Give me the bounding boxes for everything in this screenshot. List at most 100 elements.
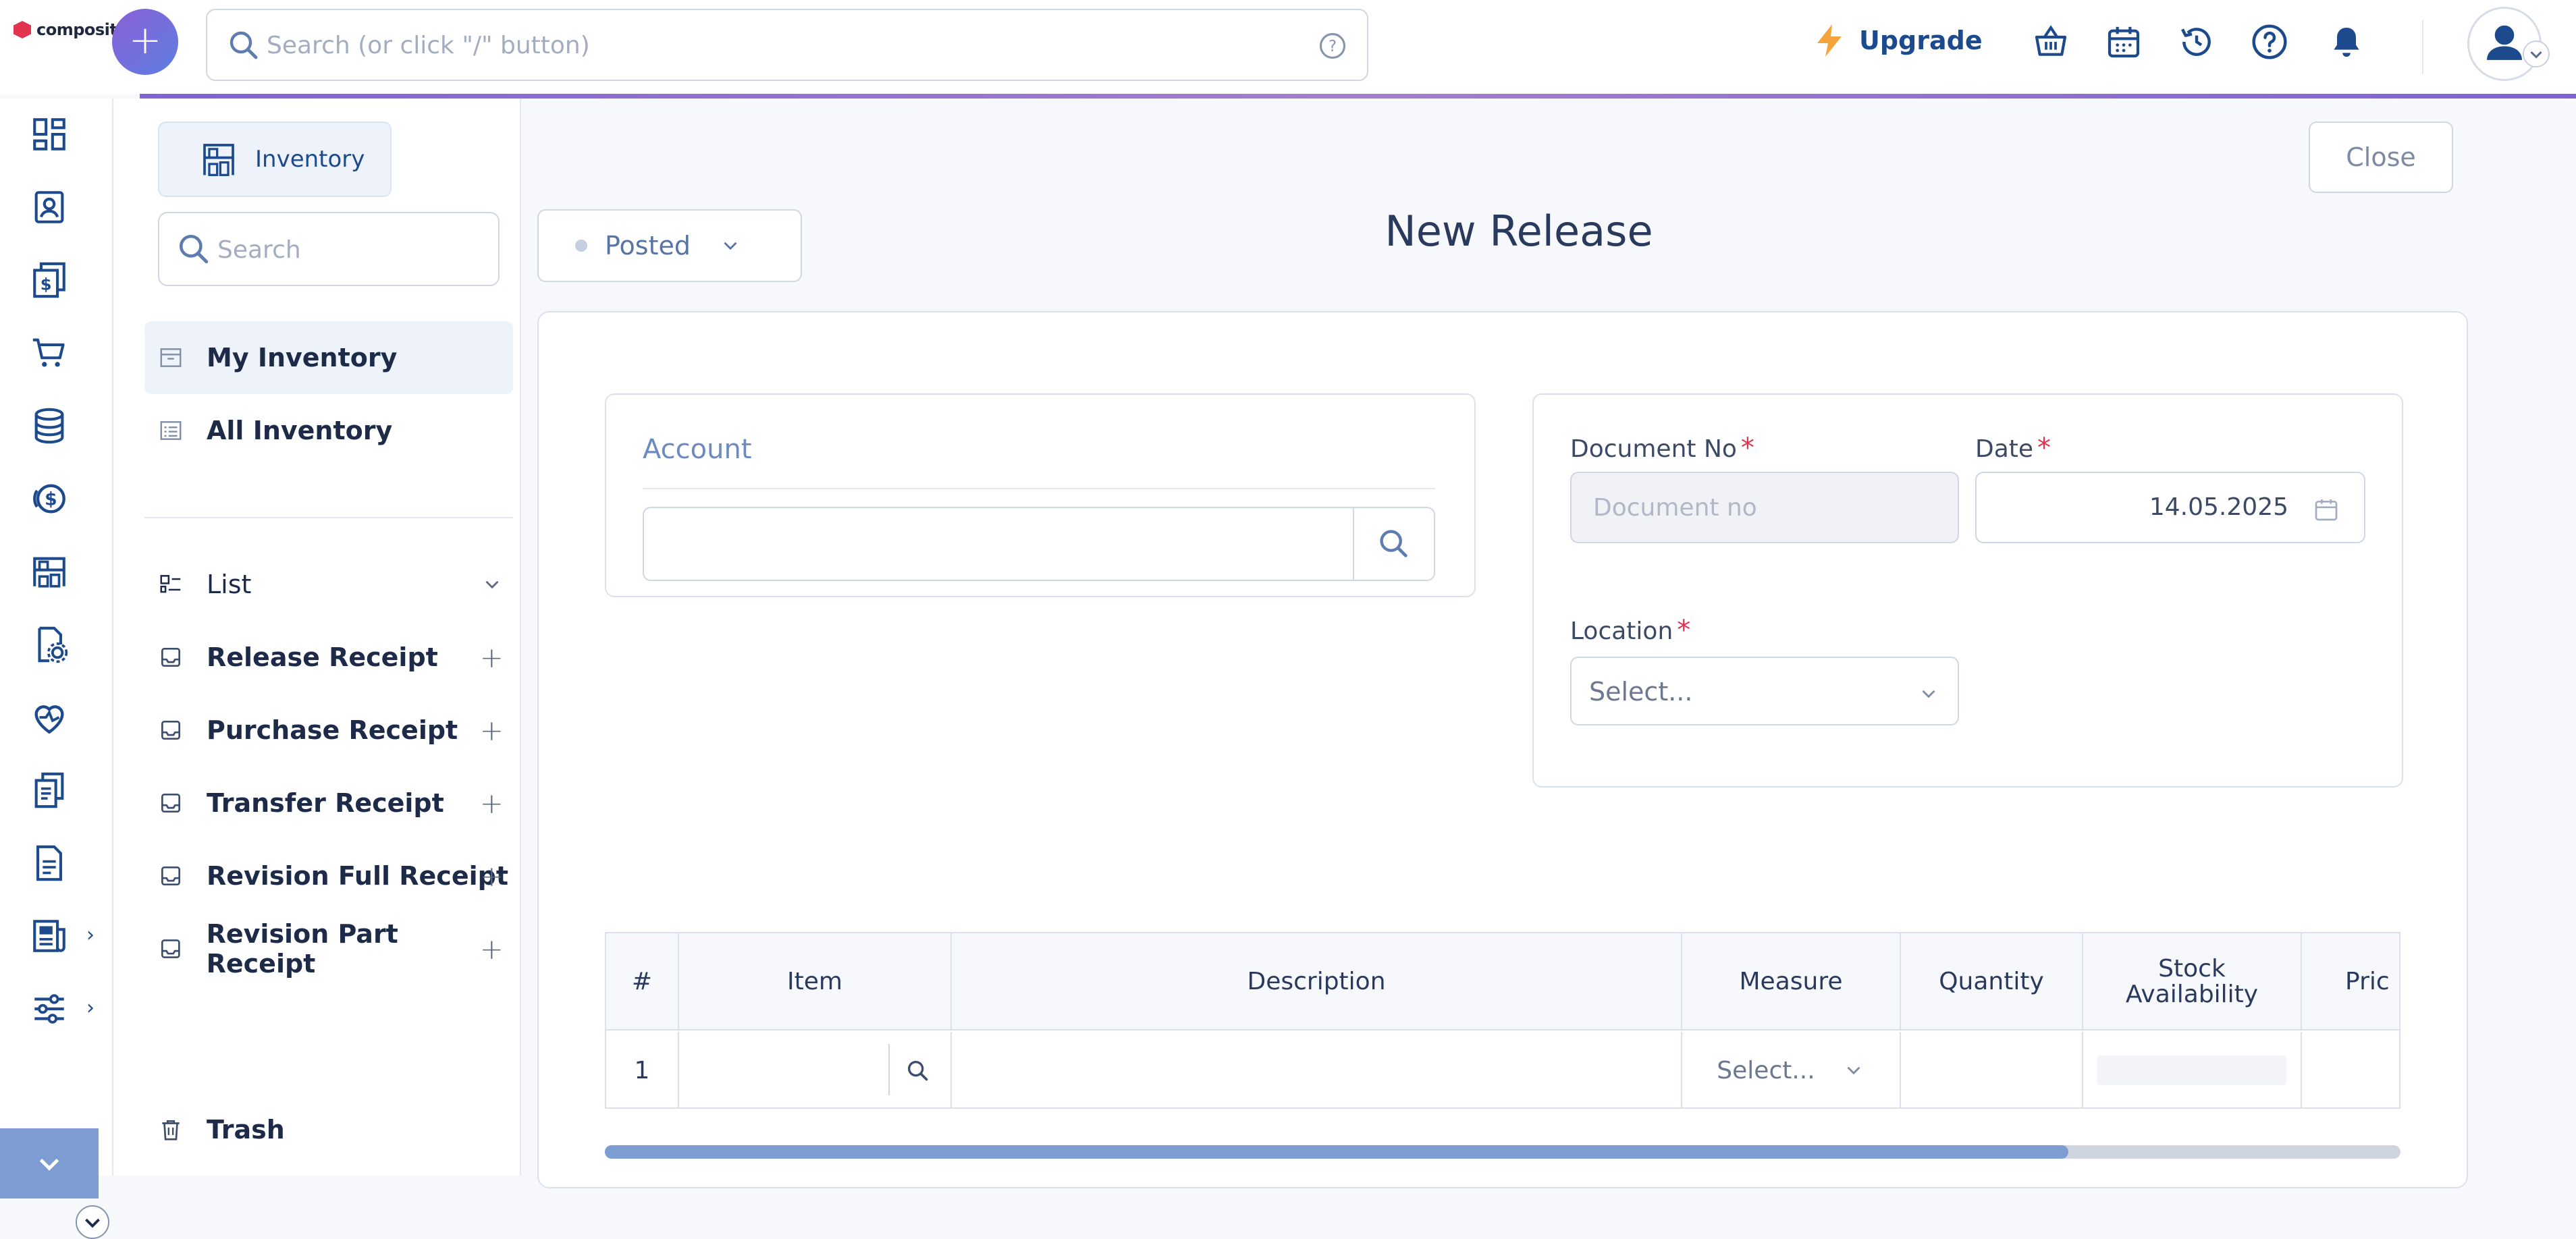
inventory-icon[interactable]	[30, 552, 69, 591]
quantity-input[interactable]	[1914, 1057, 2069, 1084]
history-icon[interactable]	[2178, 23, 2216, 61]
account-label: Account	[643, 434, 752, 465]
nav-purchase-receipt[interactable]: Purchase Receipt +	[144, 694, 513, 767]
lightning-icon	[1817, 24, 1842, 57]
nav-revision-part-receipt[interactable]: Revision Part Receipt +	[144, 912, 513, 985]
rail-scroll-down-button[interactable]	[0, 1128, 99, 1199]
item-search-icon[interactable]	[905, 1057, 932, 1084]
column-header-price: Pric	[2302, 933, 2399, 1030]
document-no-field[interactable]	[1570, 472, 1959, 543]
add-transfer-receipt-icon[interactable]: +	[480, 787, 504, 820]
column-header-stock-availability: Stock Availability	[2083, 933, 2302, 1030]
database-icon[interactable]	[30, 406, 69, 445]
nav-revision-full-receipt[interactable]: Revision Full Receipt +	[144, 839, 513, 912]
user-menu-chevron-icon[interactable]	[2523, 40, 2550, 67]
search-icon	[1380, 530, 1407, 557]
search-help-icon[interactable]: ?	[1318, 32, 1347, 60]
calendar-icon[interactable]	[2313, 496, 2340, 523]
topbar-accent-line	[140, 94, 2576, 99]
column-header-number: #	[606, 933, 679, 1030]
global-search[interactable]: ?	[206, 9, 1368, 81]
module-search-input[interactable]	[217, 229, 474, 270]
table-cell-item[interactable]	[679, 1032, 952, 1107]
invoice-icon[interactable]: $	[30, 260, 69, 300]
add-revision-part-receipt-icon[interactable]: +	[480, 933, 504, 966]
health-icon[interactable]	[30, 698, 69, 737]
nav-label: Revision Part Receipt	[206, 919, 398, 979]
cart-icon[interactable]	[30, 333, 69, 373]
nav-all-inventory[interactable]: All Inventory	[144, 394, 513, 467]
account-search-button[interactable]	[1353, 508, 1434, 580]
module-badge[interactable]: Inventory	[158, 121, 392, 197]
required-marker: *	[2037, 433, 2051, 464]
date-field[interactable]: 14.05.2025	[1975, 472, 2365, 543]
document-panel: Document No* Date* 14.05.2025 Location* …	[1532, 393, 2403, 788]
table-cell-measure[interactable]: Select...	[1682, 1032, 1901, 1107]
module-search[interactable]	[158, 212, 500, 286]
inbox-icon	[161, 793, 181, 813]
nav-label: List	[207, 570, 252, 599]
documents-icon[interactable]	[30, 771, 69, 810]
nav-label: My Inventory	[207, 343, 398, 373]
stock-availability-value	[2097, 1055, 2286, 1085]
inbox-icon	[161, 647, 181, 667]
table-cell-price[interactable]	[2302, 1032, 2399, 1107]
dashboard-icon[interactable]	[30, 115, 69, 154]
item-cell-divider	[888, 1044, 890, 1095]
column-header-description: Description	[952, 933, 1682, 1030]
account-field[interactable]	[643, 507, 1435, 581]
module-sidebar: Inventory My Inventory All Inventory Lis…	[113, 99, 521, 1176]
upgrade-button[interactable]: Upgrade	[1815, 23, 1983, 58]
news-expand-chevron-icon[interactable]: ›	[86, 923, 95, 947]
app-logo[interactable]: composity	[14, 20, 128, 39]
trash-icon	[162, 1120, 180, 1140]
settings-doc-icon[interactable]	[30, 625, 69, 664]
chevron-down-icon	[1847, 1066, 1860, 1075]
account-divider	[643, 488, 1435, 489]
nav-label: Trash	[207, 1115, 285, 1145]
help-icon[interactable]	[2251, 23, 2288, 61]
table-scrollbar-thumb[interactable]	[605, 1145, 2068, 1159]
nav-trash[interactable]: Trash	[144, 1093, 513, 1166]
nav-label: Revision Full Receipt	[207, 861, 508, 891]
nav-list-group[interactable]: List	[144, 548, 513, 621]
close-button[interactable]: Close	[2309, 121, 2453, 193]
price-input[interactable]	[2319, 1057, 2399, 1084]
filters-icon[interactable]	[30, 989, 69, 1028]
items-table: # Item Description Measure Quantity Stoc…	[605, 932, 2400, 1109]
required-marker: *	[1677, 615, 1691, 646]
status-select[interactable]: Posted	[537, 209, 802, 282]
item-input[interactable]	[686, 1057, 888, 1084]
rail-expand-button[interactable]	[76, 1205, 109, 1239]
search-icon	[230, 31, 258, 59]
inventory-icon	[203, 144, 234, 176]
nav-release-receipt[interactable]: Release Receipt +	[144, 621, 513, 694]
table-header: # Item Description Measure Quantity Stoc…	[606, 933, 2399, 1030]
news-icon[interactable]	[30, 916, 69, 956]
calendar-icon[interactable]	[2105, 23, 2143, 61]
add-release-receipt-icon[interactable]: +	[480, 641, 504, 674]
add-revision-full-receipt-icon[interactable]: +	[480, 860, 504, 893]
date-label: Date *	[1975, 433, 2051, 464]
table-cell-quantity[interactable]	[1901, 1032, 2083, 1107]
location-select[interactable]: Select...	[1570, 657, 1959, 725]
description-input[interactable]	[965, 1057, 1667, 1084]
table-cell-description[interactable]	[952, 1032, 1682, 1107]
global-search-input[interactable]	[267, 25, 1279, 65]
column-header-quantity: Quantity	[1901, 933, 2083, 1030]
finance-icon[interactable]: $	[30, 479, 69, 518]
nav-transfer-receipt[interactable]: Transfer Receipt +	[144, 767, 513, 839]
list-shapes-icon	[160, 575, 181, 593]
document-no-label: Document No *	[1570, 433, 1754, 464]
create-new-button[interactable]: +	[112, 9, 178, 75]
filters-expand-chevron-icon[interactable]: ›	[86, 996, 95, 1020]
basket-icon[interactable]	[2032, 23, 2070, 61]
add-purchase-receipt-icon[interactable]: +	[480, 714, 504, 747]
svg-text:?: ?	[1329, 38, 1337, 55]
nav-my-inventory[interactable]: My Inventory	[144, 321, 513, 394]
inbox-icon	[161, 939, 180, 958]
report-icon[interactable]	[30, 844, 69, 883]
bell-icon[interactable]	[2328, 23, 2365, 61]
status-value: Posted	[605, 231, 691, 260]
contacts-icon[interactable]	[30, 188, 69, 227]
